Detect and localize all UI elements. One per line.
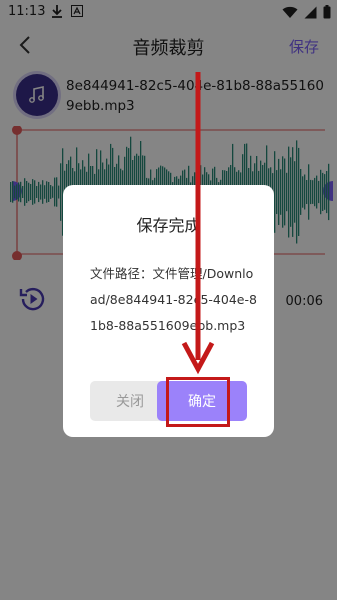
annotation-arrow — [181, 72, 215, 375]
annotation-highlight-box — [166, 377, 230, 427]
